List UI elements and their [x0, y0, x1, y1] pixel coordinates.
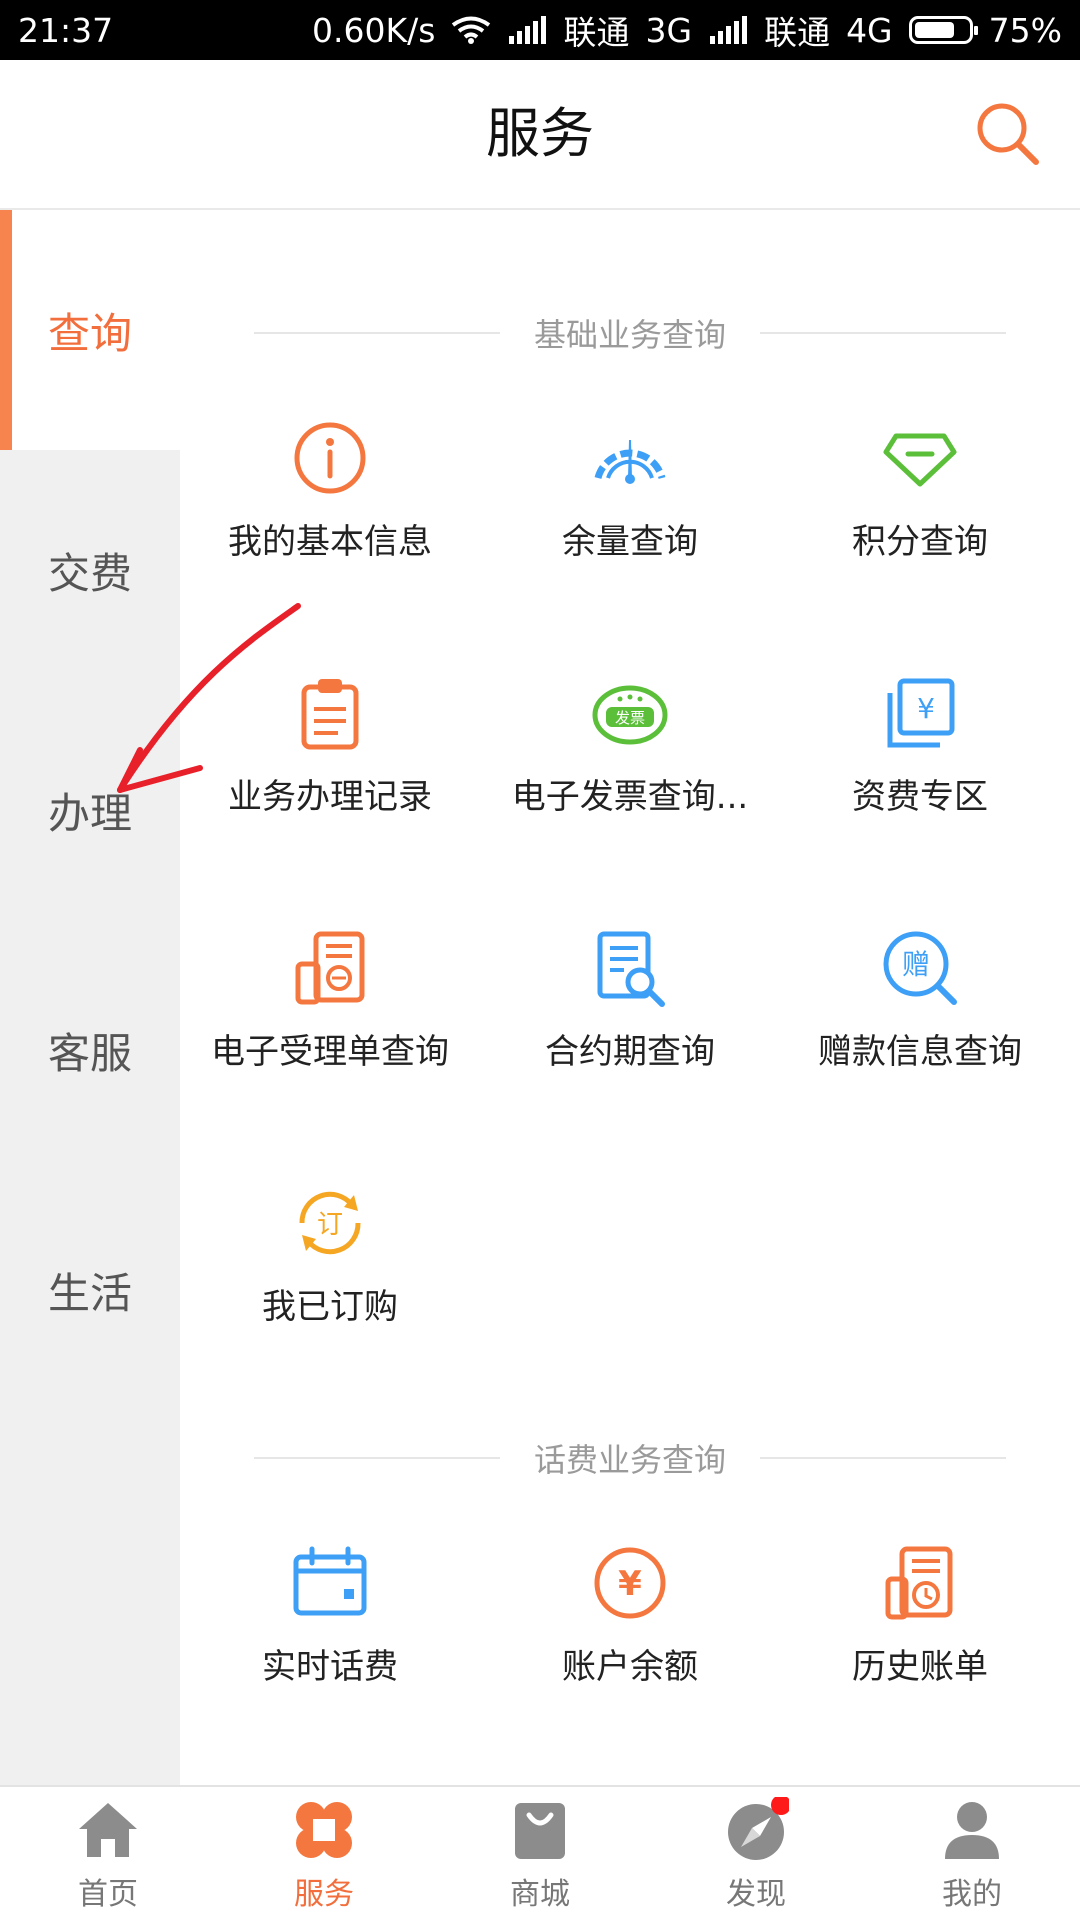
network-speed: 0.60K/s: [312, 10, 436, 50]
bottom-navigation: 首页 服务 商城 发现 我的: [0, 1785, 1080, 1920]
divider: [254, 1457, 500, 1459]
gauge-icon: [594, 440, 666, 484]
nav-item-mine[interactable]: 我的: [864, 1787, 1080, 1920]
nav-label: 服务: [294, 1877, 354, 1912]
gift-search-icon: 赠: [883, 931, 957, 1005]
app-header: 服务: [0, 60, 1080, 210]
nav-label: 商城: [510, 1877, 570, 1912]
divider: [760, 332, 1007, 334]
carrier-1: 联通: [563, 13, 630, 52]
nav-item-discover[interactable]: 发现: [648, 1787, 864, 1920]
page-title: 服务: [486, 102, 594, 165]
divider: [254, 332, 500, 334]
status-time: 21:37: [18, 10, 114, 50]
invoice-icon: 发票: [592, 685, 668, 745]
grid-item-label: 资费专区: [852, 777, 988, 817]
sidebar-item-label: 生活: [47, 1268, 132, 1318]
order-char: 订: [317, 1210, 343, 1240]
search-icon[interactable]: [972, 98, 1044, 170]
grid-item-label: 赠款信息查询: [818, 1032, 1022, 1072]
grid-item-label: 积分查询: [852, 522, 988, 562]
grid-item-e-invoice[interactable]: 发票 电子发票查询...: [485, 673, 775, 883]
grid-item-balance-query[interactable]: 余量查询: [485, 418, 775, 628]
invoice-badge-text: 发票: [615, 709, 645, 727]
sidebar-item-customer-service[interactable]: 客服: [0, 930, 180, 1170]
contract-search-icon: [597, 931, 665, 1007]
grid-item-label: 我的基本信息: [228, 522, 432, 562]
sidebar-item-life[interactable]: 生活: [0, 1170, 180, 1410]
battery-icon: [908, 16, 978, 44]
grid-item-subscribed[interactable]: 订 我已订购: [185, 1183, 475, 1393]
section-header-bill: 话费业务查询: [254, 1433, 1007, 1483]
grid-item-label: 业务办理记录: [228, 777, 432, 817]
battery-percent: 75%: [988, 10, 1062, 50]
section-header-basic: 基础业务查询: [254, 308, 1007, 358]
grid-item-label: 历史账单: [852, 1647, 988, 1687]
clipboard-icon: [301, 679, 359, 750]
nav-item-home[interactable]: 首页: [0, 1787, 216, 1920]
grid-item-label: 我已订购: [262, 1287, 398, 1327]
nav-label: 发现: [726, 1877, 786, 1912]
status-right: 0.60K/s 联通 3G 联通 4G 75%: [312, 6, 1062, 54]
home-icon: [79, 1803, 137, 1857]
nav-item-service[interactable]: 服务: [216, 1787, 432, 1920]
profile-icon: [945, 1802, 999, 1859]
grid-item-label: 电子受理单查询: [211, 1032, 449, 1072]
section-title: 基础业务查询: [534, 316, 727, 354]
tariff-yen-symbol: ¥: [917, 692, 935, 725]
wifi-icon: [452, 16, 491, 44]
tariff-icon: ¥: [887, 678, 955, 748]
history-bill-icon: [885, 1546, 953, 1620]
nav-label: 首页: [78, 1877, 138, 1912]
grid-item-contract-query[interactable]: 合约期查询: [485, 928, 775, 1138]
account-yen-symbol: ¥: [618, 1564, 642, 1604]
grid-item-business-record[interactable]: 业务办理记录: [185, 673, 475, 883]
sidebar-item-label: 查询: [47, 308, 132, 358]
calendar-icon: [293, 1546, 367, 1616]
grid-item-gift-query[interactable]: 赠 赠款信息查询: [775, 928, 1065, 1138]
sidebar-item-label: 客服: [47, 1028, 132, 1078]
category-sidebar: 查询 交费 办理 客服 生活: [0, 210, 180, 1785]
yen-circle-icon: ¥: [594, 1547, 666, 1619]
subscribed-icon: 订: [299, 1191, 361, 1255]
nav-item-mall[interactable]: 商城: [432, 1787, 648, 1920]
grid-item-label: 合约期查询: [545, 1032, 715, 1072]
service-grid-panel: 基础业务查询 我的基本信息 余量查询 积分查询 业务办理记录 发票 电子发票查询…: [180, 210, 1080, 1785]
grid-item-label: 电子发票查询...: [511, 777, 749, 817]
grid-item-label: 余量查询: [562, 522, 698, 562]
signal-icon: [509, 16, 547, 44]
grid-item-account-balance[interactable]: ¥ 账户余额: [485, 1543, 775, 1753]
network-type-1: 3G: [645, 10, 693, 50]
status-bar: 21:37 0.60K/s 联通 3G 联通 4G 75%: [0, 0, 1080, 60]
grid-item-label: 账户余额: [562, 1647, 698, 1687]
sidebar-item-handle[interactable]: 办理: [0, 690, 180, 930]
grid-item-e-receipt[interactable]: 电子受理单查询: [185, 928, 475, 1138]
carrier-2: 联通: [764, 13, 831, 52]
gift-char: 赠: [902, 948, 930, 981]
nav-label: 我的: [942, 1877, 1002, 1912]
signal-icon: [710, 16, 748, 44]
network-type-2: 4G: [846, 10, 893, 50]
sidebar-item-label: 办理: [47, 788, 132, 838]
compass-icon: [728, 1797, 789, 1860]
sidebar-item-query[interactable]: 查询: [0, 210, 180, 450]
diamond-icon: [883, 433, 957, 487]
service-icon: [296, 1802, 352, 1858]
section-title: 话费业务查询: [534, 1441, 727, 1479]
grid-item-tariff-zone[interactable]: ¥ 资费专区: [775, 673, 1065, 883]
grid-item-basic-info[interactable]: 我的基本信息: [185, 418, 475, 628]
grid-item-points-query[interactable]: 积分查询: [775, 418, 1065, 628]
sidebar-item-payment[interactable]: 交费: [0, 450, 180, 690]
divider: [760, 1457, 1007, 1459]
info-icon: [294, 422, 366, 494]
grid-item-realtime-bill[interactable]: 实时话费: [185, 1543, 475, 1753]
shopping-bag-icon: [515, 1803, 565, 1859]
grid-item-history-bill[interactable]: 历史账单: [775, 1543, 1065, 1753]
e-receipt-icon: [295, 931, 365, 1005]
grid-item-label: 实时话费: [262, 1647, 398, 1687]
battery-fill: [914, 22, 954, 38]
sidebar-item-label: 交费: [47, 548, 132, 598]
